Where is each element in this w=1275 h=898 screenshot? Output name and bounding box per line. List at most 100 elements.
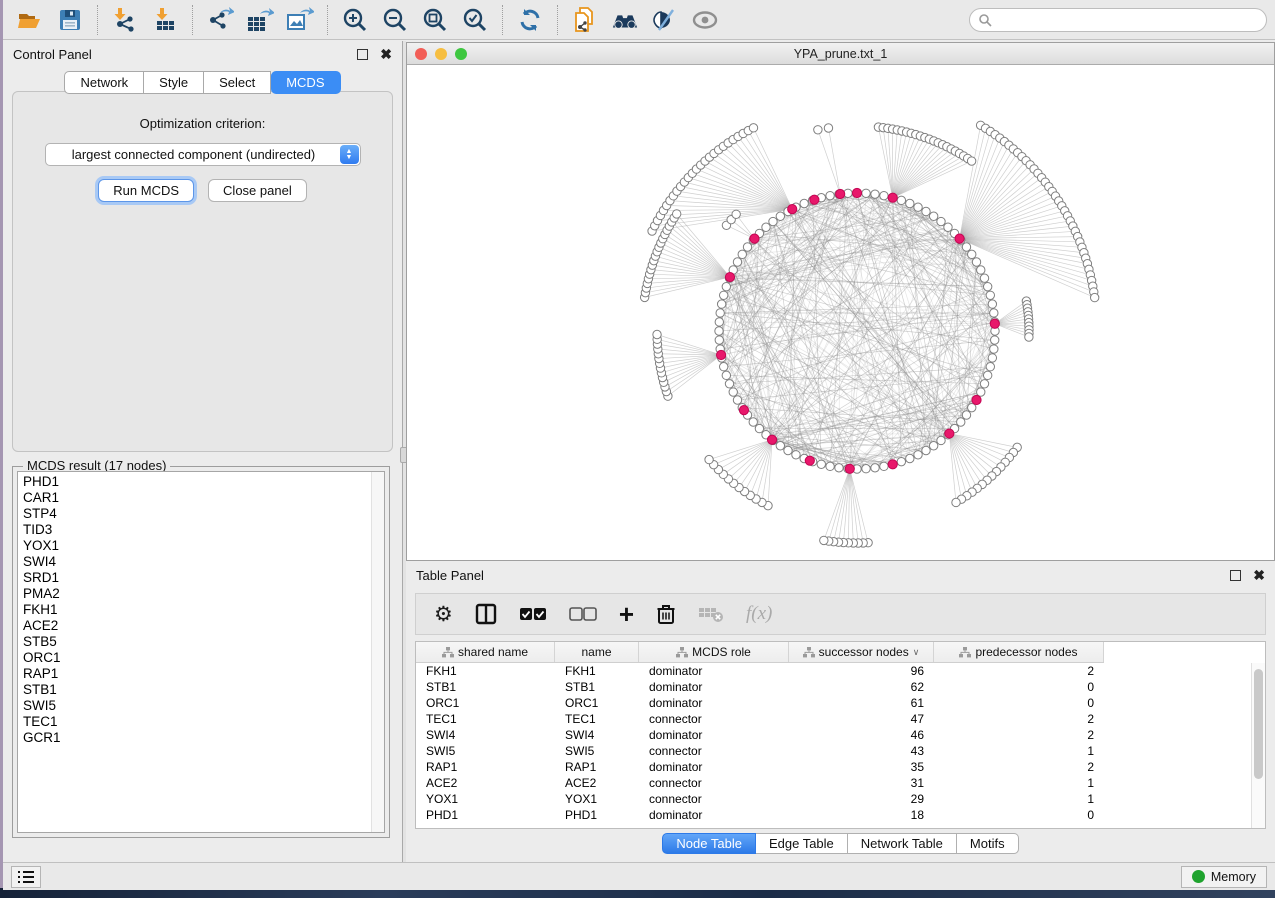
graph-node[interactable] (733, 396, 741, 404)
mcds-dominator-node[interactable] (955, 234, 964, 243)
table-row[interactable]: YOX1YOX1connector291 (416, 791, 1265, 807)
graph-node[interactable] (755, 424, 763, 432)
graph-node[interactable] (914, 451, 922, 459)
mcds-dominator-node[interactable] (750, 234, 759, 243)
column-header-successor-nodes[interactable]: successor nodes∨ (789, 642, 934, 662)
zoom-selected-icon[interactable] (461, 6, 489, 34)
graph-node[interactable] (729, 388, 737, 396)
graph-node[interactable] (983, 282, 991, 290)
graph-node[interactable] (762, 223, 770, 231)
graph-node[interactable] (792, 451, 800, 459)
mcds-dominator-node[interactable] (852, 188, 861, 197)
graph-node[interactable] (986, 291, 994, 299)
graph-node[interactable] (897, 196, 905, 204)
mcds-result-item[interactable]: GCR1 (18, 730, 384, 746)
graph-node[interactable] (929, 212, 937, 220)
search-input[interactable] (992, 13, 1258, 27)
import-table-icon[interactable] (151, 6, 179, 34)
graph-leaf-node[interactable] (749, 124, 757, 132)
graph-node[interactable] (862, 465, 870, 473)
mcds-dominator-node[interactable] (888, 460, 897, 469)
save-session-icon[interactable] (56, 6, 84, 34)
graph-node[interactable] (800, 199, 808, 207)
tab-mcds[interactable]: MCDS (271, 71, 340, 94)
mcds-dominator-node[interactable] (810, 195, 819, 204)
graph-node[interactable] (986, 363, 994, 371)
mcds-dominator-node[interactable] (836, 189, 845, 198)
graph-node[interactable] (906, 454, 914, 462)
add-column-icon[interactable]: + (619, 601, 634, 627)
mcds-result-item[interactable]: FKH1 (18, 602, 384, 618)
graph-node[interactable] (972, 258, 980, 266)
delete-column-icon[interactable] (656, 601, 676, 627)
graph-node[interactable] (880, 462, 888, 470)
float-panel-icon[interactable] (1230, 570, 1241, 581)
graph-leaf-node[interactable] (1090, 293, 1098, 301)
tab-motifs[interactable]: Motifs (957, 833, 1019, 854)
mcds-result-item[interactable]: PMA2 (18, 586, 384, 602)
open-file-icon[interactable] (16, 6, 44, 34)
graph-node[interactable] (715, 336, 723, 344)
criterion-select[interactable]: largest connected component (undirected)… (45, 143, 361, 166)
column-header-shared-name[interactable]: shared name (416, 642, 555, 662)
table-row[interactable]: ACE2ACE2connector311 (416, 775, 1265, 791)
graph-node[interactable] (776, 442, 784, 450)
graph-node[interactable] (720, 291, 728, 299)
table-row[interactable]: STB1STB1dominator620 (416, 679, 1265, 695)
tab-node-table[interactable]: Node Table (662, 833, 756, 854)
graph-node[interactable] (906, 199, 914, 207)
graph-node[interactable] (715, 318, 723, 326)
float-panel-icon[interactable] (357, 49, 368, 60)
graph-leaf-node[interactable] (967, 157, 975, 165)
graph-node[interactable] (962, 243, 970, 251)
graph-node[interactable] (990, 345, 998, 353)
close-panel-icon[interactable]: ✖ (380, 49, 392, 60)
graph-node[interactable] (944, 223, 952, 231)
graph-node[interactable] (871, 464, 879, 472)
graph-node[interactable] (962, 411, 970, 419)
tab-style[interactable]: Style (144, 71, 204, 94)
zoom-fit-icon[interactable] (421, 6, 449, 34)
mcds-result-item[interactable]: SRD1 (18, 570, 384, 586)
graph-node[interactable] (957, 418, 965, 426)
show-all-icon[interactable] (691, 6, 719, 34)
column-header-MCDS-role[interactable]: MCDS role (639, 642, 789, 662)
graph-node[interactable] (937, 436, 945, 444)
graph-node[interactable] (826, 462, 834, 470)
graph-node[interactable] (880, 191, 888, 199)
mcds-result-item[interactable]: ACE2 (18, 618, 384, 634)
mcds-dominator-node[interactable] (767, 435, 776, 444)
graph-leaf-node[interactable] (705, 455, 713, 463)
graph-node[interactable] (897, 457, 905, 465)
task-history-button[interactable] (11, 866, 41, 888)
mcds-result-item[interactable]: STP4 (18, 506, 384, 522)
export-network-icon[interactable] (206, 6, 234, 34)
graph-leaf-node[interactable] (1025, 333, 1033, 341)
tab-network[interactable]: Network (64, 71, 144, 94)
graph-node[interactable] (988, 300, 996, 308)
refresh-icon[interactable] (516, 6, 544, 34)
graph-node[interactable] (988, 354, 996, 362)
graph-leaf-node[interactable] (653, 330, 661, 338)
mcds-dominator-node[interactable] (845, 464, 854, 473)
graph-node[interactable] (715, 327, 723, 335)
first-neighbors-icon[interactable] (611, 6, 639, 34)
graph-node[interactable] (743, 243, 751, 251)
graph-node[interactable] (722, 371, 730, 379)
import-network-icon[interactable] (111, 6, 139, 34)
graph-node[interactable] (990, 309, 998, 317)
mcds-result-item[interactable]: YOX1 (18, 538, 384, 554)
table-row[interactable]: RAP1RAP1dominator352 (416, 759, 1265, 775)
graph-node[interactable] (922, 446, 930, 454)
table-row[interactable]: SWI5SWI5connector431 (416, 743, 1265, 759)
graph-node[interactable] (733, 258, 741, 266)
graph-node[interactable] (977, 266, 985, 274)
mcds-result-item[interactable]: ORC1 (18, 650, 384, 666)
tab-network-table[interactable]: Network Table (848, 833, 957, 854)
graph-node[interactable] (922, 207, 930, 215)
column-header-name[interactable]: name (555, 642, 639, 662)
graph-node[interactable] (722, 282, 730, 290)
graph-node[interactable] (968, 250, 976, 258)
graph-node[interactable] (769, 217, 777, 225)
mcds-dominator-node[interactable] (972, 395, 981, 404)
